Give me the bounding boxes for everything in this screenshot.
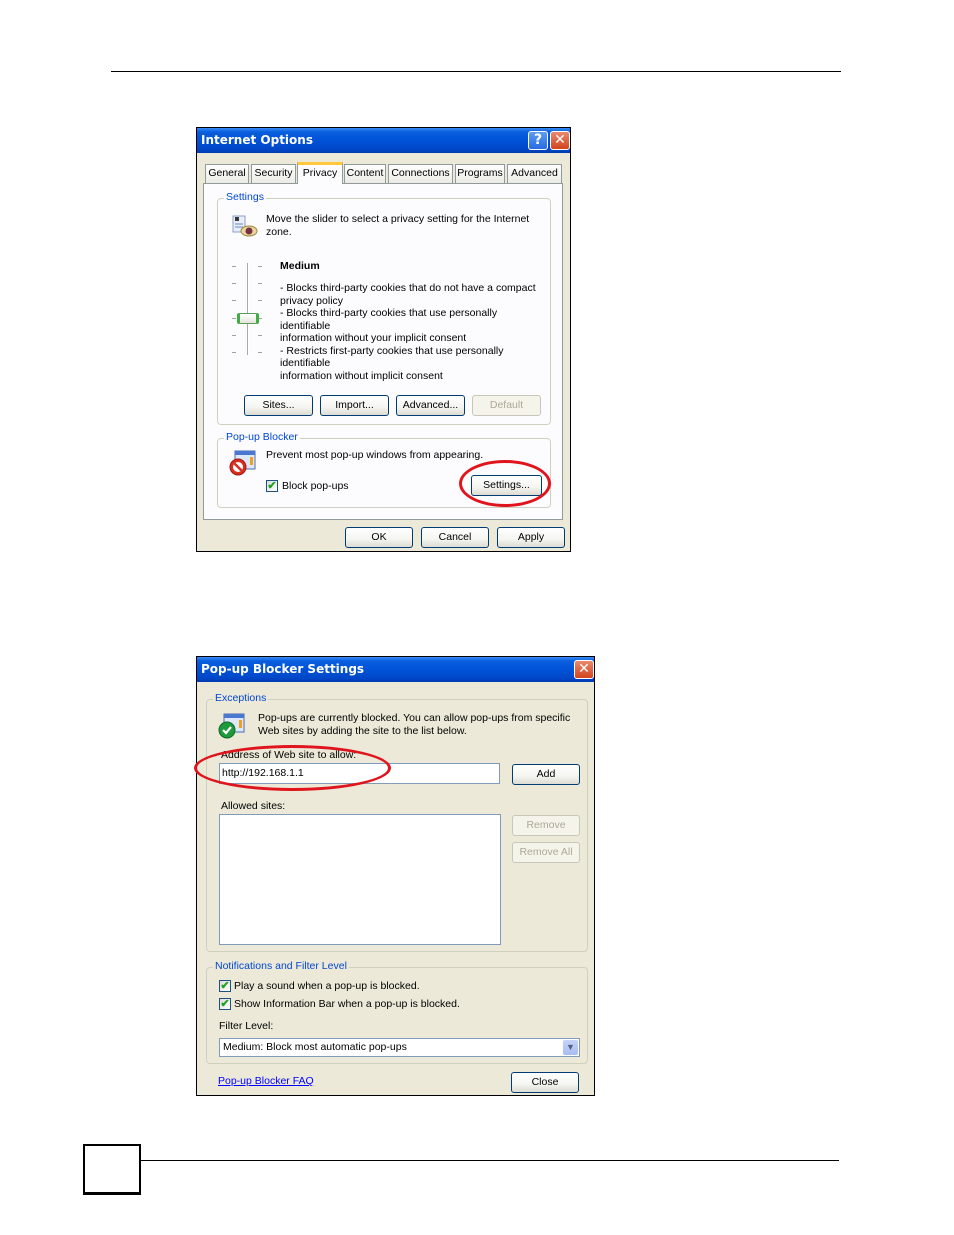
sites-button[interactable]: Sites... — [244, 395, 313, 416]
slider-tick — [232, 334, 236, 336]
popup-blocker-settings-dialog: Pop-up Blocker Settings ✕ Exceptions Pop… — [194, 656, 595, 1096]
highlight-ellipse — [459, 460, 551, 507]
slider-tick — [258, 266, 262, 267]
description-line: information without implicit consent — [280, 369, 443, 382]
popup-blocker-faq-link[interactable]: Pop-up Blocker FAQ — [218, 1075, 314, 1087]
exceptions-group-label: Exceptions — [213, 692, 269, 704]
play-sound-label: Play a sound when a pop-up is blocked. — [234, 980, 420, 992]
highlight-ellipse — [194, 745, 391, 791]
filter-level-select[interactable]: Medium: Block most automatic pop-ups ▼ — [219, 1038, 580, 1057]
tab-programs[interactable]: Programs — [455, 164, 505, 183]
cancel-button[interactable]: Cancel — [421, 527, 489, 548]
slider-tick — [232, 283, 236, 285]
slider-tick — [232, 352, 236, 353]
remove-button[interactable]: Remove — [512, 815, 580, 836]
import-button[interactable]: Import... — [320, 395, 389, 416]
tab-connections[interactable]: Connections — [388, 164, 453, 183]
popup-blocker-group-label: Pop-up Blocker — [224, 431, 300, 443]
page-header-rule — [111, 71, 841, 72]
tab-advanced[interactable]: Advanced — [507, 164, 562, 183]
slider-thumb[interactable] — [237, 312, 259, 324]
slider-tick — [258, 283, 262, 285]
close-button[interactable]: ✕ — [550, 131, 570, 150]
info-line-2: Web sites by adding the site to the list… — [258, 724, 467, 737]
allowed-sites-list[interactable] — [219, 814, 501, 945]
close-icon: ✕ — [554, 132, 566, 148]
privacy-eye-icon — [230, 214, 258, 238]
slider-track — [247, 263, 249, 355]
title-bar: Pop-up Blocker Settings ✕ — [197, 657, 594, 682]
close-icon: ✕ — [578, 661, 590, 677]
close-button[interactable]: ✕ — [574, 660, 594, 679]
tab-security[interactable]: Security — [251, 164, 296, 183]
dialog-title: Pop-up Blocker Settings — [201, 662, 365, 676]
tab-content[interactable]: Content — [344, 164, 386, 183]
intro-line-2: zone. — [266, 225, 292, 238]
privacy-level-title: Medium — [280, 260, 320, 272]
description-line: - Blocks third-party cookies that do not… — [280, 282, 536, 294]
exceptions-group: Exceptions Pop-ups are currently blocked… — [206, 692, 588, 952]
show-info-bar-checkbox[interactable]: ✔ — [219, 998, 231, 1010]
notifications-group-label: Notifications and Filter Level — [213, 960, 349, 972]
show-info-bar-label: Show Information Bar when a pop-up is bl… — [234, 998, 460, 1010]
internet-options-dialog: Internet Options ? ✕ General Security Pr… — [196, 127, 571, 552]
description-line: information without your implicit consen… — [280, 332, 467, 344]
checkmark-icon: ✔ — [220, 980, 230, 992]
default-button[interactable]: Default — [472, 395, 541, 416]
tab-general[interactable]: General — [205, 164, 249, 183]
notifications-group: Notifications and Filter Level ✔ Play a … — [206, 960, 588, 1064]
info-line-1: Pop-ups are currently blocked. You can a… — [258, 712, 571, 724]
slider-tick — [232, 317, 236, 319]
block-popups-label: Block pop-ups — [282, 480, 349, 492]
dialog-title: Internet Options — [201, 133, 313, 147]
play-sound-checkbox[interactable]: ✔ — [219, 980, 231, 992]
exceptions-info: Pop-ups are currently blocked. You can a… — [258, 712, 583, 737]
slider-tick — [258, 300, 262, 302]
privacy-level-slider[interactable] — [232, 261, 266, 357]
remove-all-button[interactable]: Remove All — [512, 842, 580, 863]
filter-level-label: Filter Level: — [219, 1020, 274, 1032]
settings-group: Settings Move the slider to select a pri… — [217, 191, 551, 425]
slider-tick — [232, 266, 236, 267]
page-number-box — [83, 1144, 141, 1195]
page-footer-rule — [140, 1160, 839, 1161]
slider-tick — [232, 300, 236, 302]
description-line: - Blocks third-party cookies that use pe… — [280, 307, 498, 332]
slider-tick — [258, 352, 262, 353]
add-button[interactable]: Add — [512, 764, 580, 785]
checkmark-icon: ✔ — [267, 480, 277, 492]
help-button[interactable]: ? — [528, 131, 548, 150]
dropdown-glyph: ▼ — [566, 1042, 575, 1052]
allowed-sites-label: Allowed sites: — [221, 800, 286, 812]
slider-tick — [258, 334, 262, 336]
help-icon: ? — [533, 132, 543, 148]
popup-allowed-icon — [217, 712, 247, 740]
filter-level-value: Medium: Block most automatic pop-ups — [223, 1041, 407, 1053]
settings-intro: Move the slider to select a privacy sett… — [266, 213, 546, 238]
settings-group-label: Settings — [224, 191, 266, 203]
intro-line-1: Move the slider to select a privacy sett… — [266, 213, 530, 225]
chevron-down-icon[interactable]: ▼ — [563, 1040, 578, 1055]
popup-blocked-icon — [228, 449, 258, 477]
description-line: - Restricts first-party cookies that use… — [280, 344, 504, 370]
popup-blocker-description: Prevent most pop-up windows from appeari… — [266, 449, 484, 461]
privacy-level-description: - Blocks third-party cookies that do not… — [280, 282, 550, 382]
tab-privacy[interactable]: Privacy — [297, 162, 343, 184]
ok-button[interactable]: OK — [345, 527, 413, 548]
advanced-button[interactable]: Advanced... — [396, 395, 465, 416]
apply-button[interactable]: Apply — [497, 527, 565, 548]
close-dialog-button[interactable]: Close — [511, 1072, 579, 1093]
title-bar: Internet Options ? ✕ — [197, 128, 570, 153]
checkmark-icon: ✔ — [220, 998, 230, 1010]
block-popups-checkbox[interactable]: ✔ — [266, 480, 278, 492]
description-line: privacy policy — [280, 294, 344, 307]
